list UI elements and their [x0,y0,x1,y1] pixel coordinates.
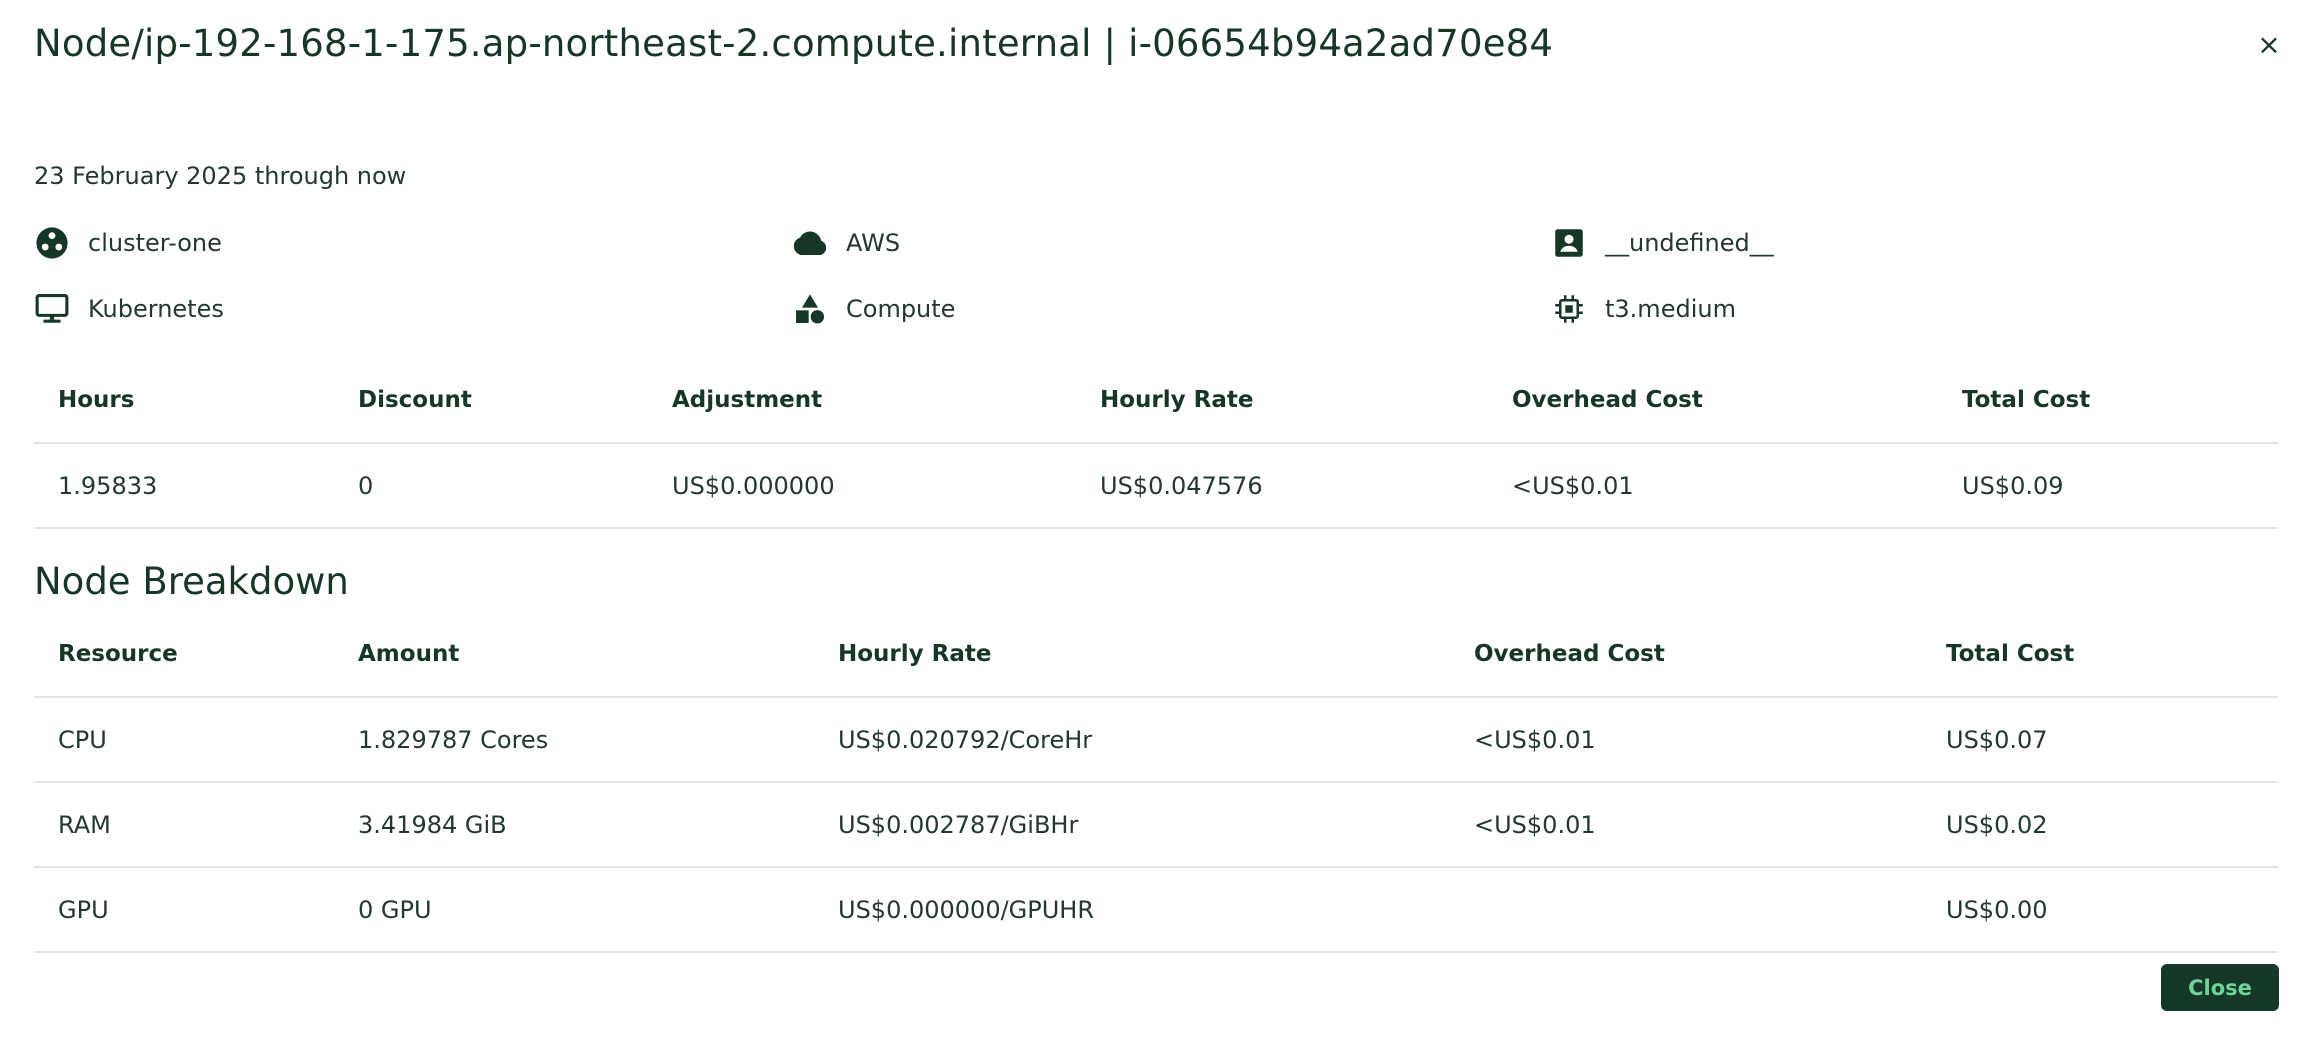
col-header-amount: Amount [334,612,814,698]
cell-overhead-cost: <US$0.01 [1450,697,1922,783]
meta-category: Compute [792,291,955,327]
col-header-total-cost: Total Cost [1938,358,2278,444]
summary-table: Hours Discount Adjustment Hourly Rate Ov… [34,358,2278,529]
col-header-overhead-cost: Overhead Cost [1450,612,1922,698]
meta-platform: Kubernetes [34,291,224,327]
chip-icon [1551,291,1587,327]
meta-cluster-label: cluster-one [88,229,222,257]
table-row: RAM 3.41984 GiB US$0.002787/GiBHr <US$0.… [34,782,2278,868]
cell-amount: 0 GPU [334,867,814,953]
cell-overhead-cost: <US$0.01 [1450,782,1922,868]
cell-hourly-rate: US$0.000000/GPUHR [814,867,1450,953]
cell-discount: 0 [334,443,648,529]
summary-header-row: Hours Discount Adjustment Hourly Rate Ov… [34,358,2278,444]
cell-total-cost: US$0.09 [1938,443,2278,529]
meta-provider-label: AWS [846,229,901,257]
cell-resource: RAM [34,782,334,868]
breakdown-table: Resource Amount Hourly Rate Overhead Cos… [34,612,2278,953]
meta-instance-type: t3.medium [1551,291,1736,327]
cloud-icon [792,225,828,261]
col-header-total-cost: Total Cost [1922,612,2278,698]
cell-hourly-rate: US$0.002787/GiBHr [814,782,1450,868]
account-box-icon [1551,225,1587,261]
meta-cluster: cluster-one [34,225,222,261]
table-row: 1.95833 0 US$0.000000 US$0.047576 <US$0.… [34,443,2278,529]
meta-account: __undefined__ [1551,225,1774,261]
table-row: CPU 1.829787 Cores US$0.020792/CoreHr <U… [34,697,2278,783]
date-range: 23 February 2025 through now [34,162,407,190]
cell-amount: 1.829787 Cores [334,697,814,783]
meta-account-label: __undefined__ [1605,229,1774,257]
col-header-hours: Hours [34,358,334,444]
cluster-icon [34,225,70,261]
cell-overhead-cost [1450,867,1922,953]
breakdown-header-row: Resource Amount Hourly Rate Overhead Cos… [34,612,2278,698]
cell-total-cost: US$0.02 [1922,782,2278,868]
section-title-node-breakdown: Node Breakdown [34,560,349,603]
shapes-icon [792,291,828,327]
col-header-adjustment: Adjustment [648,358,1076,444]
cell-total-cost: US$0.00 [1922,867,2278,953]
dialog-title: Node/ip-192-168-1-175.ap-northeast-2.com… [34,22,1554,65]
close-button[interactable]: Close [2161,964,2279,1011]
cell-hourly-rate: US$0.020792/CoreHr [814,697,1450,783]
cell-adjustment: US$0.000000 [648,443,1076,529]
col-header-hourly-rate: Hourly Rate [814,612,1450,698]
close-icon[interactable]: × [2254,30,2284,60]
meta-provider: AWS [792,225,900,261]
col-header-overhead-cost: Overhead Cost [1488,358,1938,444]
col-header-resource: Resource [34,612,334,698]
cell-resource: CPU [34,697,334,783]
cell-hours: 1.95833 [34,443,334,529]
monitor-icon [34,291,70,327]
table-row: GPU 0 GPU US$0.000000/GPUHR US$0.00 [34,867,2278,953]
cell-overhead-cost: <US$0.01 [1488,443,1938,529]
col-header-discount: Discount [334,358,648,444]
col-header-hourly-rate: Hourly Rate [1076,358,1488,444]
cell-resource: GPU [34,867,334,953]
cell-total-cost: US$0.07 [1922,697,2278,783]
cell-amount: 3.41984 GiB [334,782,814,868]
cell-hourly-rate: US$0.047576 [1076,443,1488,529]
meta-platform-label: Kubernetes [88,295,224,323]
meta-instance-type-label: t3.medium [1605,295,1736,323]
meta-category-label: Compute [846,295,956,323]
